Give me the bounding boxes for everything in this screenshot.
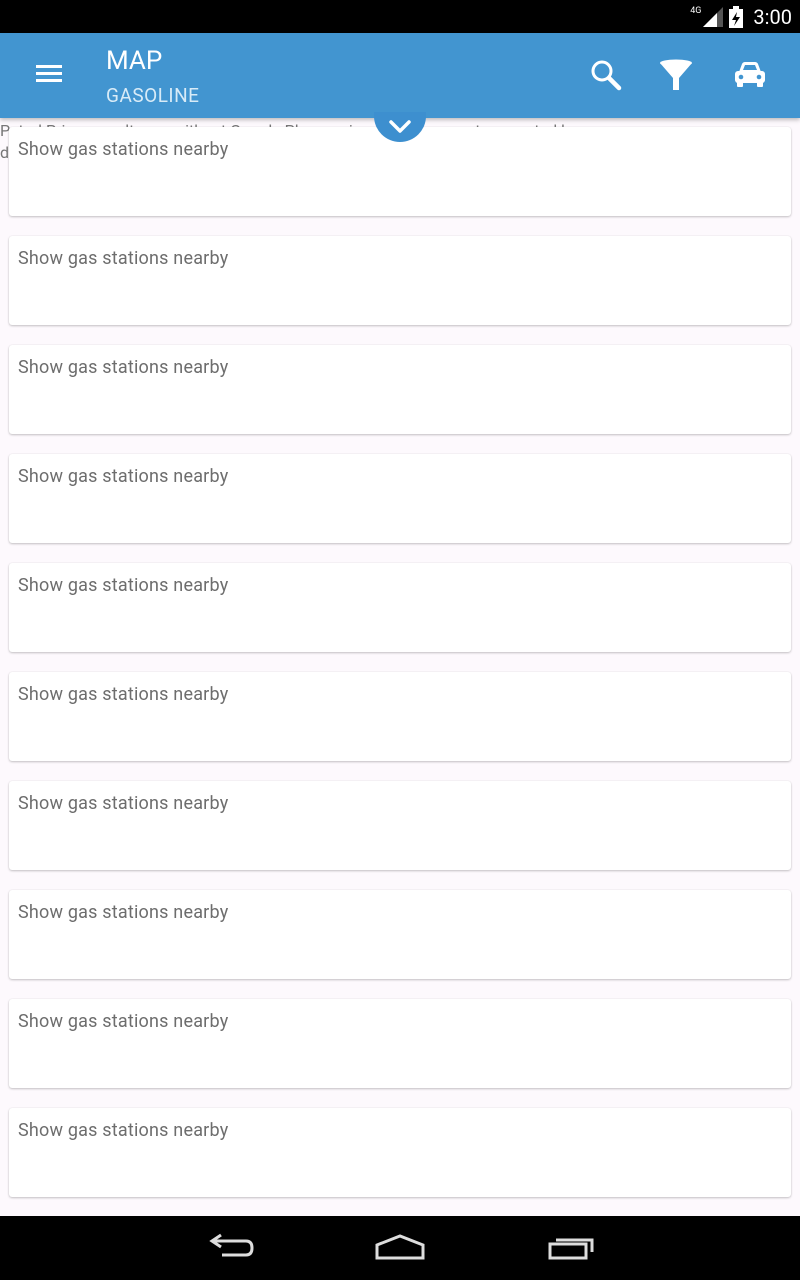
list-item-label: Show gas stations nearby [18, 466, 229, 487]
list-item[interactable]: Show gas stations nearby [9, 563, 791, 652]
filter-funnel-icon [660, 59, 692, 90]
battery-icon [729, 5, 744, 28]
status-bar: 4G 3:00 [0, 0, 800, 33]
back-button[interactable] [202, 1230, 258, 1266]
list-item-label: Show gas stations nearby [18, 1011, 229, 1032]
list-item[interactable]: Show gas stations nearby [9, 781, 791, 870]
list-item[interactable]: Show gas stations nearby [9, 236, 791, 325]
list-item[interactable]: Show gas stations nearby [9, 345, 791, 434]
list-item-label: Show gas stations nearby [18, 1120, 229, 1141]
list-item[interactable]: Show gas stations nearby [9, 672, 791, 761]
results-list: Show gas stations nearby Show gas statio… [9, 127, 791, 1217]
search-icon [591, 60, 622, 91]
hamburger-menu-icon[interactable] [36, 65, 62, 85]
list-item-label: Show gas stations nearby [18, 575, 229, 596]
list-item-label: Show gas stations nearby [18, 248, 229, 269]
list-item[interactable]: Show gas stations nearby [9, 890, 791, 979]
clock: 3:00 [753, 4, 792, 29]
vehicle-button[interactable] [732, 58, 768, 92]
list-item[interactable]: Show gas stations nearby [9, 1108, 791, 1197]
page-subtitle: GASOLINE [106, 84, 200, 107]
filter-button[interactable] [658, 58, 694, 92]
list-item-label: Show gas stations nearby [18, 902, 229, 923]
back-icon [209, 1233, 254, 1257]
car-icon [735, 62, 765, 87]
home-icon [375, 1234, 425, 1260]
search-button[interactable] [588, 58, 624, 92]
recents-button[interactable] [544, 1230, 600, 1266]
home-button[interactable] [372, 1230, 428, 1266]
network-type: 4G [690, 5, 702, 16]
recents-icon [548, 1238, 594, 1260]
list-item[interactable]: Show gas stations nearby [9, 999, 791, 1088]
system-nav-bar [0, 1216, 800, 1280]
list-item-label: Show gas stations nearby [18, 684, 229, 705]
list-item[interactable]: Show gas stations nearby [9, 454, 791, 543]
chevron-down-icon [389, 120, 411, 133]
page-title: MAP [106, 46, 163, 76]
app-bar: MAP GASOLINE [0, 33, 800, 118]
list-item-label: Show gas stations nearby [18, 357, 229, 378]
list-item-label: Show gas stations nearby [18, 139, 229, 160]
signal-icon [703, 6, 724, 27]
list-item-label: Show gas stations nearby [18, 793, 229, 814]
